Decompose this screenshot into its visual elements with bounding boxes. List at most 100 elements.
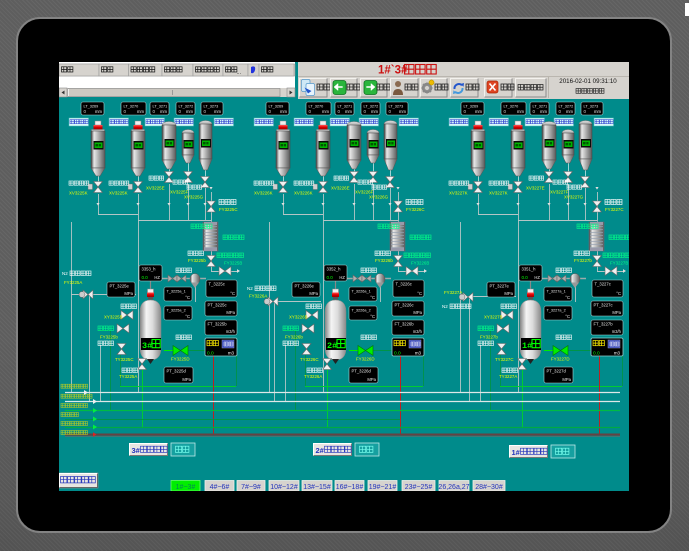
svg-text:mm: mm bbox=[186, 109, 193, 114]
svg-text:XV3225K: XV3225K bbox=[109, 191, 128, 196]
svg-text:0.0: 0.0 bbox=[207, 351, 214, 357]
svg-text:PT_3227d: PT_3227d bbox=[547, 369, 567, 374]
svg-text:FY3225D: FY3225D bbox=[171, 357, 190, 362]
svg-text:TY3227A: TY3227A bbox=[499, 374, 517, 379]
svg-text:m3/h: m3/h bbox=[226, 329, 236, 334]
svg-text:XV3225E: XV3225E bbox=[146, 186, 165, 191]
svg-text:mm: mm bbox=[566, 109, 573, 114]
svg-text:PT_3227c: PT_3227c bbox=[594, 303, 613, 308]
svg-text:FY3226b: FY3226b bbox=[375, 258, 393, 263]
svg-text:°C: °C bbox=[616, 291, 621, 296]
svg-text:°C: °C bbox=[185, 314, 190, 319]
svg-text:13#~15#: 13#~15# bbox=[303, 484, 331, 491]
svg-text:mm: mm bbox=[594, 109, 601, 114]
svg-text:XV3226E: XV3226E bbox=[331, 186, 350, 191]
svg-text:°C: °C bbox=[565, 314, 570, 319]
svg-text:TY3225A: TY3225A bbox=[119, 374, 137, 379]
svg-text:FY3226D: FY3226D bbox=[356, 357, 375, 362]
svg-text:mm: mm bbox=[214, 109, 221, 114]
svg-text:10#~12#: 10#~12# bbox=[270, 484, 298, 491]
svg-text:3#: 3# bbox=[142, 341, 152, 351]
svg-text:XV3226G: XV3226G bbox=[369, 195, 389, 200]
svg-text:mm: mm bbox=[137, 109, 144, 114]
svg-text:MPa: MPa bbox=[413, 310, 422, 315]
svg-text:XV3227K: XV3227K bbox=[489, 191, 508, 196]
svg-text:XV3226K: XV3226K bbox=[294, 191, 313, 196]
svg-text:FY3225B: FY3225B bbox=[224, 261, 242, 266]
svg-text:MPa: MPa bbox=[562, 377, 571, 382]
svg-text:...: ... bbox=[237, 70, 242, 76]
svg-text:T_3225a_2: T_3225a_2 bbox=[167, 309, 186, 313]
svg-text:16#~18#: 16#~18# bbox=[336, 484, 364, 491]
svg-text:mm: mm bbox=[160, 109, 167, 114]
svg-text:MPa: MPa bbox=[124, 291, 133, 296]
svg-text:mm: mm bbox=[517, 109, 524, 114]
svg-text:FY3225b: FY3225b bbox=[100, 335, 118, 340]
svg-text:HZ: HZ bbox=[339, 275, 345, 280]
svg-text:XV3227E: XV3227E bbox=[526, 186, 545, 191]
svg-text:°C: °C bbox=[370, 295, 375, 300]
svg-text:MPa: MPa bbox=[226, 310, 235, 315]
svg-text:PT_3226e: PT_3226e bbox=[295, 284, 315, 289]
svg-text:FY3226b: FY3226b bbox=[285, 335, 303, 340]
svg-text:T_3225c: T_3225c bbox=[209, 282, 225, 287]
svg-text:m3/h: m3/h bbox=[612, 329, 622, 334]
svg-text:3353_h: 3353_h bbox=[142, 267, 157, 272]
svg-text:FY3227B: FY3227B bbox=[610, 261, 628, 266]
svg-text:m3: m3 bbox=[415, 351, 422, 356]
svg-text:3352_h: 3352_h bbox=[327, 267, 342, 272]
svg-text:0.0: 0.0 bbox=[327, 275, 334, 280]
svg-text:MPa: MPa bbox=[309, 291, 318, 296]
svg-text:0.0: 0.0 bbox=[394, 351, 401, 357]
svg-text:PT_3225c: PT_3225c bbox=[208, 303, 227, 308]
svg-text:1#: 1# bbox=[522, 341, 532, 351]
svg-text:T_3225a_1: T_3225a_1 bbox=[167, 290, 186, 294]
svg-text:N2: N2 bbox=[62, 271, 68, 276]
svg-text:PT_3227e: PT_3227e bbox=[490, 284, 510, 289]
svg-text:PT_3225e: PT_3225e bbox=[110, 284, 130, 289]
svg-text:mm: mm bbox=[345, 109, 352, 114]
svg-text:FY3227b: FY3227b bbox=[480, 335, 498, 340]
svg-text:XV3226K: XV3226K bbox=[254, 191, 273, 196]
svg-text:mm: mm bbox=[322, 109, 329, 114]
svg-text:T_3226a_2: T_3226a_2 bbox=[352, 309, 371, 313]
svg-text:N2: N2 bbox=[442, 304, 448, 309]
svg-text:0.0: 0.0 bbox=[522, 275, 529, 280]
svg-text:HZ: HZ bbox=[154, 275, 160, 280]
svg-text:2#: 2# bbox=[327, 341, 337, 351]
svg-text:XV3225G: XV3225G bbox=[184, 195, 204, 200]
svg-text:0.0: 0.0 bbox=[593, 351, 600, 357]
svg-text:FT_3226b: FT_3226b bbox=[395, 322, 415, 327]
svg-text:m3/h: m3/h bbox=[413, 329, 423, 334]
svg-text:PT_3226d: PT_3226d bbox=[352, 369, 372, 374]
svg-text:FY3225A: FY3225A bbox=[64, 280, 82, 285]
svg-text:FY3227C: FY3227C bbox=[605, 207, 624, 212]
svg-text:23#~25#: 23#~25# bbox=[405, 484, 433, 491]
svg-text:TY3225C: TY3225C bbox=[115, 357, 134, 362]
svg-text:FY3227D: FY3227D bbox=[551, 357, 570, 362]
svg-text:MPa: MPa bbox=[612, 310, 621, 315]
svg-text:1#~3#: 1#~3# bbox=[176, 484, 196, 491]
svg-text:m3: m3 bbox=[614, 351, 621, 356]
svg-text:°C: °C bbox=[370, 314, 375, 319]
svg-text:HZ: HZ bbox=[534, 275, 540, 280]
svg-text:mm: mm bbox=[371, 109, 378, 114]
svg-text:°C: °C bbox=[417, 291, 422, 296]
svg-text:FY3226A: FY3226A bbox=[249, 294, 267, 299]
svg-text:0.0: 0.0 bbox=[142, 275, 149, 280]
svg-text:XV3227K: XV3227K bbox=[449, 191, 468, 196]
svg-text:3351_h: 3351_h bbox=[522, 267, 537, 272]
svg-text:FT_3225b: FT_3225b bbox=[208, 322, 228, 327]
svg-text:7#~9#: 7#~9# bbox=[241, 484, 261, 491]
svg-text:T_3226c: T_3226c bbox=[396, 282, 412, 287]
svg-text:XV3227G: XV3227G bbox=[564, 195, 584, 200]
svg-text:2016-02-01 09:31:10: 2016-02-01 09:31:10 bbox=[559, 78, 617, 85]
svg-text:PT_3225d: PT_3225d bbox=[167, 369, 187, 374]
svg-text:°C: °C bbox=[565, 295, 570, 300]
svg-text:mm: mm bbox=[95, 109, 102, 114]
svg-text:MPa: MPa bbox=[504, 291, 513, 296]
svg-text:3#: 3# bbox=[132, 446, 141, 455]
svg-text:FY3225b: FY3225b bbox=[188, 258, 206, 263]
svg-text:FY3227b: FY3227b bbox=[574, 258, 592, 263]
svg-text:1#`3#: 1#`3# bbox=[378, 65, 408, 77]
